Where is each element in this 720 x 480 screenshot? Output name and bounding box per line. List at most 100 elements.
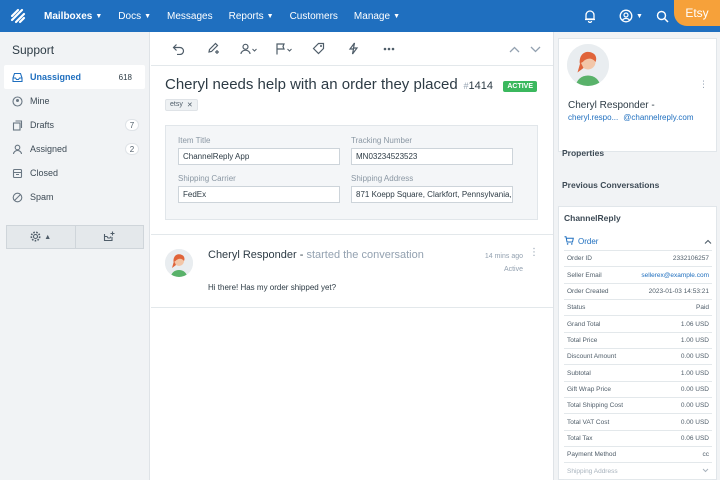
search-icon[interactable] (650, 0, 674, 32)
profile-menu-icon[interactable]: ⋮ (699, 79, 708, 90)
order-field-value: 1.00 USD (680, 369, 709, 377)
archive-icon (12, 168, 30, 179)
nav-docs-label: Docs (118, 10, 142, 22)
order-field-key: Total Shipping Cost (567, 402, 624, 410)
table-row: Discount Amount 0.00 USD (564, 349, 712, 366)
customer-email[interactable]: cheryl.respo... @channelreply.com (568, 113, 693, 122)
folder-spam[interactable]: Spam (0, 185, 149, 209)
more-actions-icon[interactable] (371, 32, 406, 66)
new-conversation-button[interactable] (74, 226, 144, 248)
order-field-value: 0.06 USD (680, 434, 709, 442)
order-details-table: Order ID 2332106257 Seller Email sellerex@… (564, 250, 712, 480)
status-flag-icon[interactable] (266, 32, 301, 66)
status-badge[interactable]: ACTIVE (503, 81, 537, 92)
spam-icon (12, 192, 30, 203)
workflow-bolt-icon[interactable] (336, 32, 371, 66)
table-row[interactable]: Shipping Address (564, 463, 712, 480)
table-row: Payment Method cc (564, 447, 712, 464)
message-timestamp: 14 mins ago (484, 253, 523, 260)
properties-section[interactable]: Properties (562, 148, 604, 158)
message-author[interactable]: Cheryl Responder - (208, 249, 303, 261)
conversation-pane: Cheryl needs help with an order they pla… (151, 32, 553, 480)
mailbox-sidebar: Support Unassigned 618 Mine Drafts 7 Ass… (0, 32, 150, 480)
chevron-down-icon: ▼ (266, 12, 274, 20)
nav-customers[interactable]: Customers (282, 0, 346, 32)
order-field-key: Gift Wrap Price (567, 385, 611, 393)
order-field-value: 2023-01-03 14:53:21 (648, 287, 709, 295)
table-row: Total Tax 0.06 USD (564, 431, 712, 448)
remove-tag-icon[interactable]: ✕ (187, 101, 193, 109)
nav-mailboxes-label: Mailboxes (44, 10, 93, 22)
mine-icon (12, 95, 30, 107)
folder-count: 2 (125, 143, 139, 155)
shipping-carrier-field: Shipping Carrier FedEx (178, 174, 340, 203)
folder-drafts[interactable]: Drafts 7 (0, 113, 149, 137)
tag-icon[interactable] (301, 32, 336, 66)
nav-docs[interactable]: Docs ▼ (110, 0, 159, 32)
tag-etsy[interactable]: etsy ✕ (165, 98, 198, 111)
tag-label: etsy (170, 101, 183, 108)
order-field-value: 0.00 USD (680, 385, 709, 393)
folder-label: Closed (30, 168, 59, 178)
message-header: Cheryl Responder - started the conversat… (208, 249, 428, 262)
order-field-value: 1.06 USD (680, 320, 709, 328)
item-title-input[interactable]: ChannelReply App (178, 148, 340, 165)
customer-email-part2: @channelreply.com (623, 113, 694, 122)
sidebar-actions: ▲ (6, 225, 144, 249)
shipping-address-input[interactable]: 871 Koepp Square, Clarkfort, Pennsylvani… (351, 186, 513, 203)
nav-mailboxes[interactable]: Mailboxes ▼ (36, 0, 110, 32)
profile-menu-icon[interactable]: ▼ (612, 0, 650, 32)
table-row: Order Created 2023-01-03 14:53:21 (564, 284, 712, 301)
helpscout-logo-icon[interactable] (0, 0, 36, 32)
order-accordion-header[interactable]: Order (564, 232, 712, 250)
bell-icon[interactable] (574, 0, 606, 32)
table-row: Gift Wrap Price 0.00 USD (564, 382, 712, 399)
folder-closed[interactable]: Closed (0, 161, 149, 185)
table-row: Order ID 2332106257 (564, 251, 712, 268)
previous-conversation-icon[interactable] (509, 40, 520, 58)
folder-label: Mine (30, 96, 50, 106)
chevron-down-icon: ▼ (95, 12, 103, 20)
nav-messages[interactable]: Messages (159, 0, 221, 32)
item-title-field: Item Title ChannelReply App (178, 136, 340, 165)
folder-count: 618 (118, 72, 132, 82)
conversation-number: #1414 (464, 80, 494, 92)
chevron-down-icon: ▼ (636, 12, 643, 20)
note-icon[interactable] (196, 32, 231, 66)
cart-icon (564, 235, 574, 247)
order-label: Order (578, 236, 599, 246)
avatar (567, 44, 609, 86)
table-row: Total Price 1.00 USD (564, 333, 712, 350)
chevron-down-icon: ▼ (393, 12, 400, 20)
folder-count: 7 (125, 119, 139, 131)
nav-reports[interactable]: Reports ▼ (221, 0, 282, 32)
folder-mine[interactable]: Mine (0, 89, 149, 113)
table-row: Status Paid (564, 300, 712, 317)
etsy-badge[interactable]: Etsy (674, 0, 720, 26)
reply-icon[interactable] (161, 32, 196, 66)
next-conversation-icon[interactable] (530, 40, 541, 58)
tracking-number-field: Tracking Number MN03234523523 (351, 136, 513, 165)
order-field-key: Subtotal (567, 369, 591, 377)
folder-label: Unassigned (30, 72, 82, 82)
message-status: Active (503, 266, 523, 273)
item-title-label: Item Title (178, 136, 211, 145)
assign-user-icon[interactable] (231, 32, 266, 66)
folder-label: Assigned (30, 144, 68, 154)
table-row: Total VAT Cost 0.00 USD (564, 414, 712, 431)
conversation-subject: Cheryl needs help with an order they pla… (165, 76, 458, 93)
order-field-value: 2332106257 (672, 255, 709, 263)
nav-reports-label: Reports (228, 10, 264, 22)
nav-manage[interactable]: Manage ▼ (346, 0, 408, 32)
tracking-number-input[interactable]: MN03234523523 (351, 148, 513, 165)
inbox-icon (12, 72, 30, 83)
previous-conversations-section[interactable]: Previous Conversations (562, 180, 659, 190)
shipping-address-label: Shipping Address (351, 174, 414, 183)
user-icon (12, 144, 30, 155)
seller-email-link[interactable]: sellerex@example.com (641, 272, 709, 279)
folder-unassigned[interactable]: Unassigned 618 (4, 65, 145, 89)
shipping-carrier-input[interactable]: FedEx (178, 186, 340, 203)
mailbox-settings-button[interactable]: ▲ (7, 226, 75, 248)
message-menu-icon[interactable]: ⋮ (529, 247, 539, 258)
folder-assigned[interactable]: Assigned 2 (0, 137, 149, 161)
